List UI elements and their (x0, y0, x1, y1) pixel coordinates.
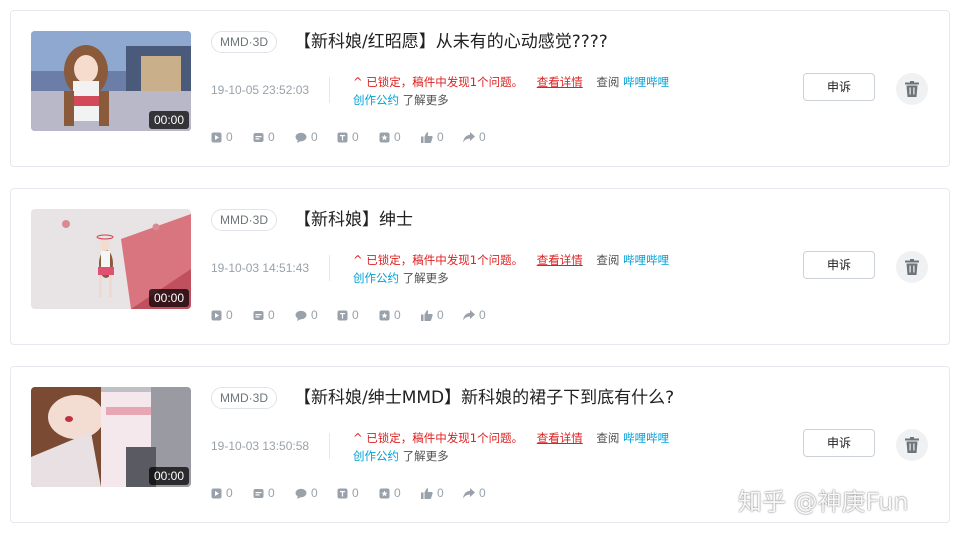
appeal-button[interactable]: 申诉 (803, 429, 875, 457)
bilibili-link[interactable]: 哔哩哔哩 (623, 75, 669, 89)
share-icon (463, 487, 475, 498)
video-title[interactable]: 【新科娘/红昭愿】从未有的心动感觉???? (294, 31, 608, 53)
stat-danmaku: 0 (253, 486, 295, 500)
stat-comments: 0 (295, 486, 337, 500)
favorite-icon (379, 310, 390, 320)
video-title[interactable]: 【新科娘/绅士MMD】新科娘的裙子下到底有什么? (294, 387, 674, 409)
upload-timestamp: 19-10-03 13:50:58 (211, 439, 310, 453)
stat-comments: 0 (295, 308, 337, 322)
stat-favorites: 0 (379, 130, 421, 144)
delete-button[interactable] (896, 251, 928, 283)
trash-icon (905, 259, 919, 275)
trash-icon (905, 81, 919, 97)
stat-coins: 0 (337, 486, 379, 500)
stat-likes: 0 (421, 130, 463, 144)
category-tag: MMD·3D (211, 387, 277, 409)
danmaku-icon (253, 310, 264, 320)
delete-button[interactable] (896, 429, 928, 461)
play-icon (211, 488, 222, 498)
thumbs-up-icon (421, 487, 433, 499)
stat-likes: 0 (421, 308, 463, 322)
video-duration: 00:00 (148, 111, 189, 129)
video-duration: 00:00 (148, 467, 189, 485)
locked-text: ^ 已锁定，稿件中发现1个问题。 (353, 75, 524, 89)
divider (329, 255, 330, 281)
video-stats: 0 0 0 0 0 0 0 (211, 486, 505, 500)
lock-notice: ^ 已锁定，稿件中发现1个问题。 查看详情 查阅 哔哩哔哩 创作公约 了解更多 (353, 73, 669, 109)
view-details-link[interactable]: 查看详情 (537, 431, 583, 445)
stat-coins: 0 (337, 130, 379, 144)
share-icon (463, 309, 475, 320)
video-stats: 0 0 0 0 0 0 0 (211, 308, 505, 322)
thumbs-up-icon (421, 131, 433, 143)
bilibili-link[interactable]: 哔哩哔哩 (623, 431, 669, 445)
share-icon (463, 131, 475, 142)
video-stats: 0 0 0 0 0 0 0 (211, 130, 505, 144)
watermark: 知乎 @神庚Fun (738, 488, 909, 516)
comment-icon (295, 132, 307, 143)
delete-button[interactable] (896, 73, 928, 105)
comment-icon (295, 488, 307, 499)
danmaku-icon (253, 488, 264, 498)
creation-convention-link[interactable]: 创作公约 (353, 271, 399, 285)
creation-convention-link[interactable]: 创作公约 (353, 93, 399, 107)
stat-shares: 0 (463, 308, 505, 322)
coin-icon (337, 310, 348, 320)
stat-favorites: 0 (379, 486, 421, 500)
video-duration: 00:00 (148, 289, 189, 307)
category-tag: MMD·3D (211, 209, 277, 231)
stat-favorites: 0 (379, 308, 421, 322)
view-details-link[interactable]: 查看详情 (537, 75, 583, 89)
lock-notice: ^ 已锁定，稿件中发现1个问题。 查看详情 查阅 哔哩哔哩 创作公约 了解更多 (353, 251, 669, 287)
video-card: 00:00 MMD·3D 【新科娘】绅士 19-10-03 14:51:43 ^… (10, 188, 950, 345)
stat-danmaku: 0 (253, 308, 295, 322)
consult-text: 查阅 (596, 431, 620, 445)
favorite-icon (379, 488, 390, 498)
locked-text: ^ 已锁定，稿件中发现1个问题。 (353, 253, 524, 267)
trash-icon (905, 437, 919, 453)
learn-more-text: 了解更多 (402, 271, 449, 285)
comment-icon (295, 310, 307, 321)
video-thumbnail[interactable]: 00:00 (31, 31, 191, 131)
stat-shares: 0 (463, 486, 505, 500)
upload-timestamp: 19-10-03 14:51:43 (211, 261, 310, 275)
divider (329, 77, 330, 103)
bilibili-link[interactable]: 哔哩哔哩 (623, 253, 669, 267)
learn-more-text: 了解更多 (402, 93, 449, 107)
favorite-icon (379, 132, 390, 142)
category-tag: MMD·3D (211, 31, 277, 53)
stat-comments: 0 (295, 130, 337, 144)
stat-plays: 0 (211, 130, 253, 144)
upload-timestamp: 19-10-05 23:52:03 (211, 83, 310, 97)
stat-coins: 0 (337, 308, 379, 322)
danmaku-icon (253, 132, 264, 142)
stat-danmaku: 0 (253, 130, 295, 144)
video-title[interactable]: 【新科娘】绅士 (294, 209, 413, 231)
view-details-link[interactable]: 查看详情 (537, 253, 583, 267)
play-icon (211, 132, 222, 142)
coin-icon (337, 488, 348, 498)
consult-text: 查阅 (596, 253, 620, 267)
video-thumbnail[interactable]: 00:00 (31, 387, 191, 487)
video-card: 00:00 MMD·3D 【新科娘/红昭愿】从未有的心动感觉???? 19-10… (10, 10, 950, 167)
coin-icon (337, 132, 348, 142)
video-thumbnail[interactable]: 00:00 (31, 209, 191, 309)
stat-plays: 0 (211, 486, 253, 500)
lock-notice: ^ 已锁定，稿件中发现1个问题。 查看详情 查阅 哔哩哔哩 创作公约 了解更多 (353, 429, 669, 465)
appeal-button[interactable]: 申诉 (803, 73, 875, 101)
appeal-button[interactable]: 申诉 (803, 251, 875, 279)
consult-text: 查阅 (596, 75, 620, 89)
divider (329, 433, 330, 459)
creation-convention-link[interactable]: 创作公约 (353, 449, 399, 463)
play-icon (211, 310, 222, 320)
locked-text: ^ 已锁定，稿件中发现1个问题。 (353, 431, 524, 445)
stat-shares: 0 (463, 130, 505, 144)
learn-more-text: 了解更多 (402, 449, 449, 463)
stat-plays: 0 (211, 308, 253, 322)
stat-likes: 0 (421, 486, 463, 500)
thumbs-up-icon (421, 309, 433, 321)
